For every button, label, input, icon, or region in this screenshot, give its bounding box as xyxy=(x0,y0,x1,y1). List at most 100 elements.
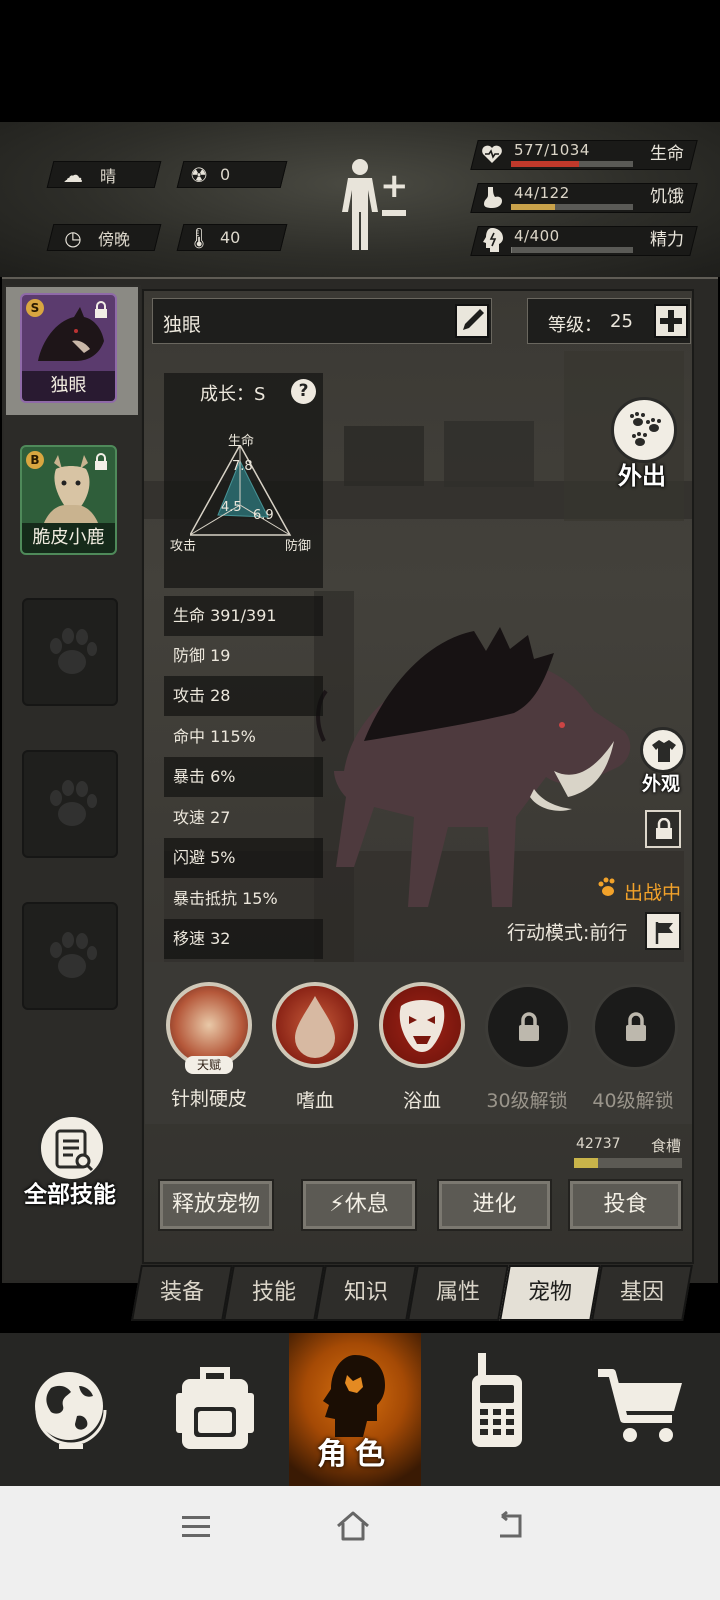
brain-icon xyxy=(482,227,504,253)
release-pet-button[interactable]: 释放宠物 xyxy=(158,1179,274,1231)
go-out-button[interactable] xyxy=(611,397,677,463)
pet-lock-button[interactable] xyxy=(645,810,681,848)
skill-label: 针刺硬皮 xyxy=(170,1088,247,1110)
feed-button[interactable]: 投食 xyxy=(568,1179,683,1231)
radar-top-label: 生命 xyxy=(228,434,255,449)
skill-bloodthirst[interactable] xyxy=(272,982,358,1074)
skill-bloodbath[interactable] xyxy=(379,982,465,1074)
nav-map[interactable] xyxy=(0,1333,144,1486)
food-bar xyxy=(574,1158,682,1168)
nav-character-label: 角色 xyxy=(317,1437,393,1472)
stat-row: 暴击 6% xyxy=(164,757,323,797)
hp-value: 577/1034 xyxy=(514,141,590,159)
nav-radio[interactable] xyxy=(432,1333,576,1486)
radiation-value: 0 xyxy=(220,165,231,184)
hp-bar xyxy=(511,161,633,167)
plus-icon xyxy=(660,310,682,332)
tab-label: 装备 xyxy=(159,1280,204,1305)
pet-name-value: 独眼 xyxy=(163,314,202,336)
lock-icon xyxy=(626,1012,646,1041)
go-out-label: 外出 xyxy=(618,462,666,490)
empty-pet-slot[interactable] xyxy=(22,902,118,1010)
tab-label: 技能 xyxy=(251,1280,296,1305)
paw-icon xyxy=(50,932,97,978)
stat-row: 命中 115% xyxy=(173,727,256,746)
stat-row: 闪避 5% xyxy=(164,838,323,878)
rest-button[interactable]: ⚡休息 xyxy=(301,1179,417,1231)
time-label: 傍晚 xyxy=(98,229,131,249)
growth-label: 成长：S xyxy=(200,384,266,405)
hunger-label: 饥饿 xyxy=(650,187,684,207)
globe-icon xyxy=(35,1372,107,1449)
appearance-label: 外观 xyxy=(642,773,681,795)
pet-name-field[interactable]: 独眼 xyxy=(152,298,492,344)
radiation-icon: ☢ xyxy=(190,162,208,187)
action-mode-label: 行动模式:前行 xyxy=(507,922,628,944)
empty-pet-slot[interactable] xyxy=(22,598,118,706)
rename-button[interactable] xyxy=(455,304,489,338)
skill-locked-30[interactable] xyxy=(485,984,571,1070)
pencil-icon xyxy=(463,309,484,330)
lock-icon xyxy=(95,453,107,470)
pet-card-deer[interactable]: B 脆皮小鹿 xyxy=(20,445,117,555)
stat-row: 暴击抵抗 15% xyxy=(173,889,278,908)
pet-name: 独眼 xyxy=(22,371,115,401)
level-up-button[interactable] xyxy=(654,304,688,338)
flag-icon xyxy=(655,922,673,944)
cloud-icon: ☁ xyxy=(63,162,83,187)
nav-backpack[interactable] xyxy=(144,1333,288,1486)
lock-icon xyxy=(656,818,672,839)
character-icon xyxy=(323,1355,385,1437)
skill-label: 浴血 xyxy=(402,1090,441,1112)
plus-icon[interactable]: + xyxy=(380,166,409,206)
all-skills-label: 全部技能 xyxy=(24,1182,116,1208)
weather-label: 晴 xyxy=(100,166,117,186)
skill-locked-40[interactable] xyxy=(592,984,678,1070)
tab-label: 知识 xyxy=(343,1280,388,1305)
skill-talent[interactable]: 天赋 xyxy=(166,982,252,1074)
lock-icon xyxy=(95,301,107,318)
appearance-button[interactable] xyxy=(640,727,686,773)
back-icon[interactable] xyxy=(494,1510,526,1542)
beast-face-icon xyxy=(399,1000,445,1052)
home-icon[interactable] xyxy=(335,1510,371,1542)
energy-value: 4/400 xyxy=(514,227,560,245)
paw-prints-icon xyxy=(630,412,661,446)
action-mode-button[interactable] xyxy=(645,912,681,950)
stat-row: 攻速 27 xyxy=(173,808,231,827)
stat-row: 移速 32 xyxy=(164,919,323,959)
level-label: 等级： xyxy=(548,315,602,336)
lock-icon xyxy=(519,1012,539,1041)
menu-icon[interactable] xyxy=(182,1516,210,1538)
shirt-icon xyxy=(652,740,676,762)
nav-shop[interactable] xyxy=(576,1333,720,1486)
minus-icon[interactable] xyxy=(382,210,406,216)
hunger-value: 44/122 xyxy=(514,184,570,202)
nav-character[interactable]: 角色 xyxy=(289,1333,421,1486)
radar-def-value: 6.9 xyxy=(253,508,274,523)
talent-tag: 天赋 xyxy=(185,1056,233,1074)
paw-icon xyxy=(50,628,97,674)
clock-icon: ◷ xyxy=(64,225,82,250)
hunger-bar xyxy=(511,204,633,210)
stomach-icon xyxy=(482,185,504,209)
thermometer-icon: 🌡 xyxy=(186,225,212,250)
body-figure-icon[interactable] xyxy=(340,158,380,254)
level-value: 25 xyxy=(610,311,633,332)
radar-atk-value: 4.5 xyxy=(221,500,242,515)
all-skills-button[interactable] xyxy=(38,1114,106,1182)
battle-paw-icon xyxy=(596,876,618,898)
skill-label: 30级解锁 xyxy=(486,1090,568,1112)
hp-label: 生命 xyxy=(650,144,684,164)
temperature-value: 40 xyxy=(220,228,241,247)
stat-row: 防御 19 xyxy=(173,646,231,665)
empty-pet-slot[interactable] xyxy=(22,750,118,858)
pet-card-duyan[interactable]: S 独眼 xyxy=(20,293,117,403)
food-label: 食槽 xyxy=(651,1137,682,1155)
help-icon[interactable]: ? xyxy=(291,379,316,404)
evolve-button[interactable]: 进化 xyxy=(437,1179,552,1231)
radar-left-label: 攻击 xyxy=(170,539,197,554)
grade-badge: B xyxy=(26,451,44,469)
food-value: 42737 xyxy=(576,1136,621,1152)
skill-label: 40级解锁 xyxy=(592,1090,674,1112)
